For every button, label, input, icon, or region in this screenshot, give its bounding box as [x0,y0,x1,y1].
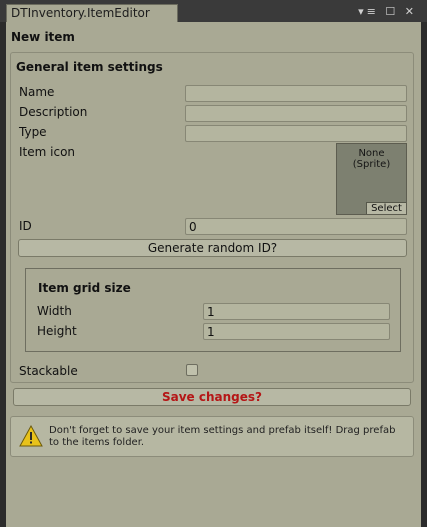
generate-id-button[interactable]: Generate random ID? [18,239,407,257]
id-input[interactable]: 0 [185,218,407,235]
name-label: Name [19,85,55,99]
height-input[interactable]: 1 [203,323,390,340]
help-text: Don't forget to save your item settings … [49,425,396,448]
warning-icon [19,425,43,447]
page-title: New item [11,30,75,44]
maximize-icon[interactable]: ☐ [385,5,398,18]
type-input[interactable] [185,125,407,142]
width-input[interactable]: 1 [203,303,390,320]
general-settings-group: General item settings Name Description T… [10,52,414,383]
description-label: Description [19,105,88,119]
height-label: Height [37,324,77,338]
name-input[interactable] [185,85,407,102]
general-settings-title: General item settings [16,60,163,74]
tab-controls: ▾≡ ☐ ✕ [358,5,417,18]
help-box: Don't forget to save your item settings … [10,416,414,457]
sprite-none-text: None (Sprite) [352,148,391,170]
stackable-checkbox[interactable] [186,364,198,376]
tab-title: DTInventory.ItemEditor [11,6,150,20]
width-label: Width [37,304,72,318]
sprite-picker[interactable]: None (Sprite) Select [336,143,407,215]
grid-size-group: Item grid size Width 1 Height 1 [25,268,401,352]
description-input[interactable] [185,105,407,122]
editor-tab[interactable]: DTInventory.ItemEditor [6,4,178,22]
menu-icon[interactable]: ▾≡ [358,5,379,18]
type-label: Type [19,125,47,139]
save-button[interactable]: Save changes? [13,388,411,406]
item-icon-label: Item icon [19,145,76,159]
editor-window: New item General item settings Name Desc… [6,22,421,527]
close-icon[interactable]: ✕ [405,5,417,18]
tab-bar: DTInventory.ItemEditor ▾≡ ☐ ✕ [0,0,427,22]
sprite-select-button[interactable]: Select [366,202,406,214]
grid-size-title: Item grid size [38,281,131,295]
id-label: ID [19,219,32,233]
stackable-label: Stackable [19,364,78,378]
